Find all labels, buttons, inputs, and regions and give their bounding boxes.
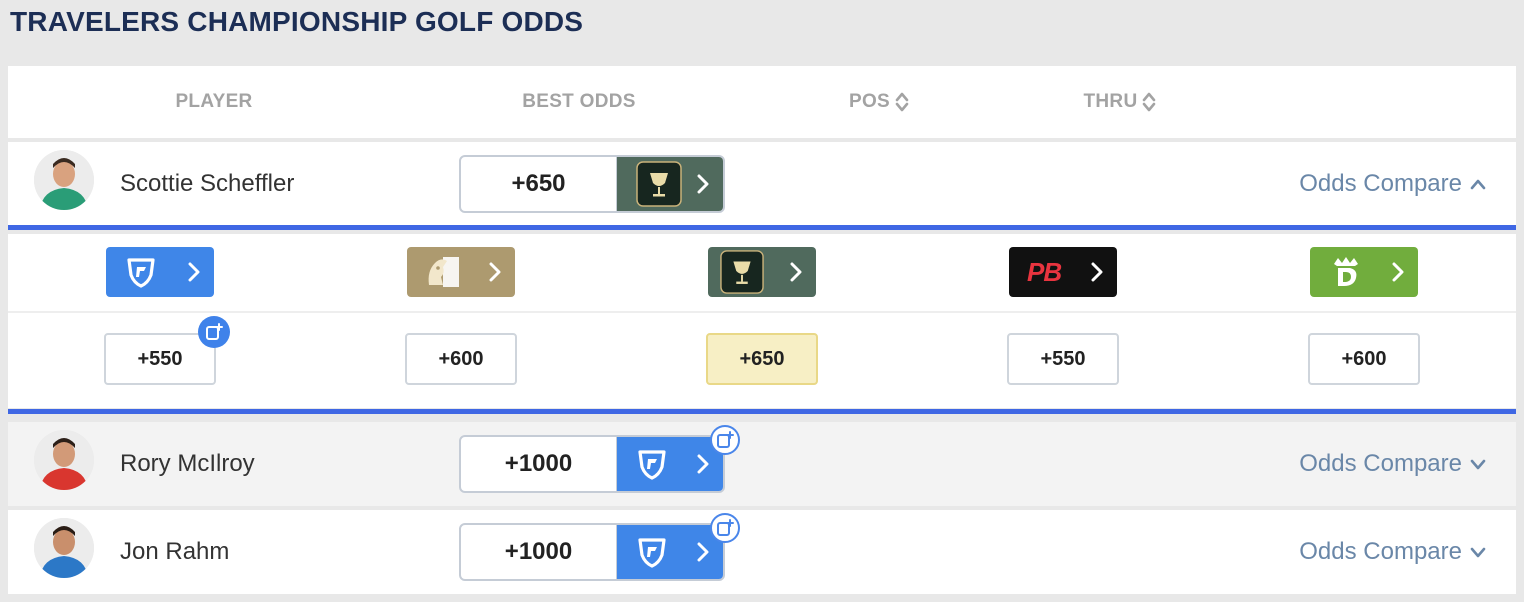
fanduel-shield-icon: [617, 525, 723, 579]
column-label-pos: POS: [848, 91, 891, 112]
expanded-bottom-divider: [8, 409, 1516, 414]
pb-logo-icon: PB: [1027, 256, 1062, 287]
player-avatar: [34, 150, 94, 210]
chevron-right-icon: [697, 454, 709, 474]
column-label-best-odds: BEST ODDS: [522, 91, 636, 112]
dk-crown-icon: [1334, 257, 1358, 286]
odds-compare-panel: PB +550 +600 +650 +550 +600: [8, 234, 1516, 408]
fanduel-shield-icon: [617, 437, 723, 491]
best-odds-value: +650: [461, 157, 617, 211]
odds-button-fanduel[interactable]: +550: [104, 333, 216, 385]
odds-compare-label: Odds Compare: [1299, 170, 1462, 197]
player-name[interactable]: Scottie Scheffler: [120, 170, 294, 198]
expanded-top-divider: [8, 225, 1516, 230]
column-header-best-odds: BEST ODDS: [494, 66, 664, 138]
sportsbook-button-dk[interactable]: [1310, 247, 1418, 297]
fanduel-shield-icon: [127, 258, 155, 288]
chalice-book-icon: [720, 250, 764, 294]
add-to-betslip-icon[interactable]: [710, 513, 740, 543]
odds-compare-toggle[interactable]: Odds Compare: [1299, 538, 1486, 566]
best-odds-button[interactable]: +1000: [459, 435, 725, 493]
chevron-right-icon: [188, 262, 200, 282]
chevron-right-icon: [697, 542, 709, 562]
odds-button-dk[interactable]: +600: [1308, 333, 1420, 385]
column-label-player: PLAYER: [175, 91, 253, 112]
player-name[interactable]: Jon Rahm: [120, 538, 229, 566]
column-header-thru[interactable]: THRU: [1070, 66, 1170, 138]
table-header: PLAYER BEST ODDS POS THRU: [8, 66, 1516, 138]
best-odds-value: +1000: [461, 437, 617, 491]
player-avatar: [34, 430, 94, 490]
player-row[interactable]: Rory McIlroy +1000 Odds Compare: [8, 422, 1516, 506]
chevron-right-icon: [790, 262, 802, 282]
odds-compare-toggle[interactable]: Odds Compare: [1299, 450, 1486, 478]
column-header-player: PLAYER: [134, 66, 294, 138]
sportsbook-button-fanduel[interactable]: [106, 247, 214, 297]
chevron-right-icon: [489, 262, 501, 282]
odds-compare-label: Odds Compare: [1299, 450, 1462, 477]
add-to-betslip-icon[interactable]: [198, 316, 230, 348]
sportsbook-button-chalice[interactable]: [708, 247, 816, 297]
chevron-down-icon: [1470, 459, 1486, 470]
sportsbooks-row: PB: [8, 234, 1516, 310]
player-row[interactable]: Scottie Scheffler +650 Odds Compare: [8, 142, 1516, 226]
column-header-pos[interactable]: POS: [834, 66, 924, 138]
chevron-up-icon: [1470, 179, 1486, 190]
chevron-right-icon: [1392, 262, 1404, 282]
player-row[interactable]: Jon Rahm +1000 Odds Compare: [8, 510, 1516, 594]
sportsbook-button-pb[interactable]: PB: [1009, 247, 1117, 297]
player-avatar: [34, 518, 94, 578]
sort-icon[interactable]: [895, 90, 909, 114]
chevron-down-icon: [1470, 547, 1486, 558]
best-odds-value: +1000: [461, 525, 617, 579]
chalice-book-icon: [617, 157, 723, 211]
chevron-right-icon: [697, 174, 709, 194]
page-title: TRAVELERS CHAMPIONSHIP GOLF ODDS: [10, 6, 584, 37]
sportsbook-button-lion[interactable]: [407, 247, 515, 297]
sportsbook-odds-row: +550 +600 +650 +550 +600: [8, 313, 1516, 408]
add-to-betslip-icon[interactable]: [710, 425, 740, 455]
odds-button-pb[interactable]: +550: [1007, 333, 1119, 385]
odds-button-chalice-best[interactable]: +650: [706, 333, 818, 385]
best-odds-button[interactable]: +1000: [459, 523, 725, 581]
lion-logo-icon: [428, 257, 459, 287]
odds-compare-label: Odds Compare: [1299, 538, 1462, 565]
best-odds-button[interactable]: +650: [459, 155, 725, 213]
sort-icon[interactable]: [1142, 90, 1156, 114]
odds-compare-toggle[interactable]: Odds Compare: [1299, 170, 1486, 198]
player-name[interactable]: Rory McIlroy: [120, 450, 255, 478]
chevron-right-icon: [1091, 262, 1103, 282]
odds-button-lion[interactable]: +600: [405, 333, 517, 385]
column-label-thru: THRU: [1083, 91, 1138, 112]
